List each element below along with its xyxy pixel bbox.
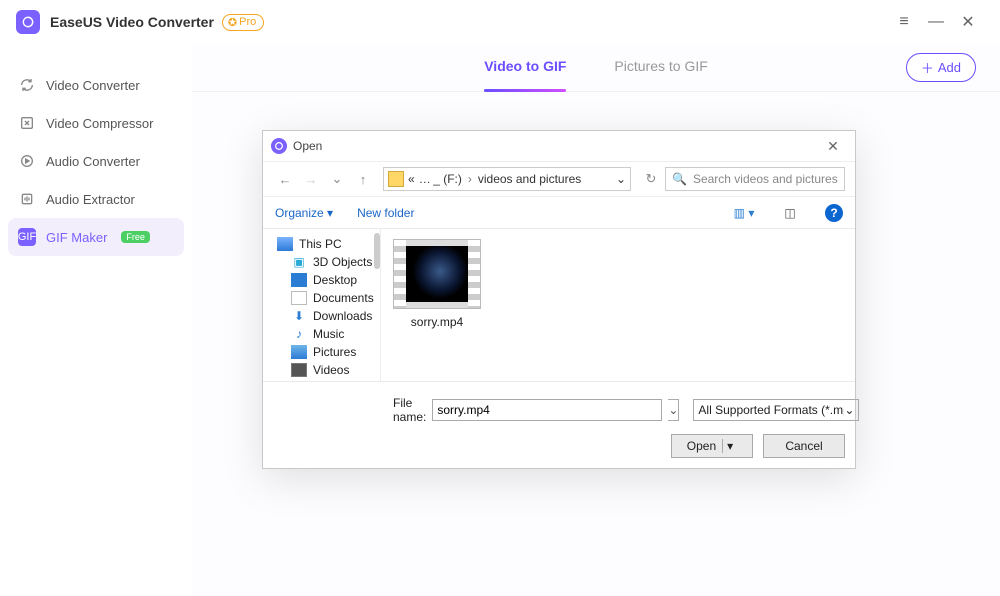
address-bar[interactable]: « … _ (F:) › videos and pictures ⌄ xyxy=(383,167,631,191)
dialog-app-icon xyxy=(271,138,287,154)
title-bar: EaseUS Video Converter ✪ Pro ≡ — ✕ xyxy=(0,0,1000,44)
menu-icon[interactable]: ≡ xyxy=(888,6,920,38)
audio-extract-icon xyxy=(18,190,36,208)
search-icon: 🔍 xyxy=(672,172,687,186)
sidebar: Video Converter Video Compressor Audio C… xyxy=(0,44,192,596)
folder-icon xyxy=(388,171,404,187)
videos-icon xyxy=(291,363,307,377)
audio-convert-icon xyxy=(18,152,36,170)
pro-badge: ✪ Pro xyxy=(222,14,264,31)
sidebar-item-audio-converter[interactable]: Audio Converter xyxy=(8,142,184,180)
chevron-down-icon: ⌄ xyxy=(844,403,854,417)
tree-node-pictures[interactable]: Pictures xyxy=(263,343,380,361)
tree-node-documents[interactable]: Documents xyxy=(263,289,380,307)
open-file-dialog: Open ✕ ← → ⌄ ↑ « … _ (F:) › videos and p… xyxy=(262,130,856,469)
tab-pictures-to-gif[interactable]: Pictures to GIF xyxy=(614,58,707,78)
open-split-dropdown[interactable]: ▾ xyxy=(722,439,737,453)
tab-video-to-gif[interactable]: Video to GIF xyxy=(484,58,566,78)
star-icon: ✪ xyxy=(228,16,237,29)
recent-dropdown[interactable]: ⌄ xyxy=(325,167,349,191)
tree-node-desktop[interactable]: Desktop xyxy=(263,271,380,289)
sidebar-item-label: Video Compressor xyxy=(46,116,153,131)
app-logo xyxy=(16,10,40,34)
view-mode-picker[interactable]: ▥ ▾ xyxy=(733,204,755,222)
tree-node-music[interactable]: ♪Music xyxy=(263,325,380,343)
filename-input[interactable] xyxy=(432,399,662,421)
compress-icon xyxy=(18,114,36,132)
dialog-title: Open xyxy=(293,139,322,153)
gif-icon: GIF xyxy=(18,228,36,246)
breadcrumb-masked: … xyxy=(419,172,430,186)
breadcrumb-folder: videos and pictures xyxy=(478,172,581,186)
sidebar-item-label: Audio Converter xyxy=(46,154,140,169)
sidebar-item-video-converter[interactable]: Video Converter xyxy=(8,66,184,104)
breadcrumb-drive: _ (F:) xyxy=(433,172,462,186)
tree-scrollbar[interactable] xyxy=(374,233,380,269)
dialog-toolbar: Organize ▾ New folder ▥ ▾ ◫ ? xyxy=(263,197,855,229)
cube-icon: ▣ xyxy=(291,255,307,269)
filename-history-dropdown[interactable]: ⌄ xyxy=(668,399,679,421)
minimize-button[interactable]: — xyxy=(920,6,952,38)
pictures-icon xyxy=(291,345,307,359)
sidebar-item-audio-extractor[interactable]: Audio Extractor xyxy=(8,180,184,218)
tree-node-this-pc[interactable]: This PC xyxy=(263,235,380,253)
refresh-button[interactable]: ↻ xyxy=(639,167,663,191)
search-input[interactable]: 🔍 Search videos and pictures xyxy=(665,167,845,191)
chevron-down-icon[interactable]: ⌄ xyxy=(616,172,626,186)
sidebar-item-gif-maker[interactable]: GIF GIF Maker Free xyxy=(8,218,184,256)
pc-icon xyxy=(277,237,293,251)
folder-tree: This PC ▣3D Objects Desktop Documents ⬇D… xyxy=(263,229,381,381)
tree-node-3d-objects[interactable]: ▣3D Objects xyxy=(263,253,380,271)
file-item[interactable]: sorry.mp4 xyxy=(391,239,483,329)
dialog-nav-row: ← → ⌄ ↑ « … _ (F:) › videos and pictures… xyxy=(263,161,855,197)
chevron-down-icon: ▾ xyxy=(327,206,333,220)
filename-label: File name: xyxy=(393,396,426,424)
back-button[interactable]: ← xyxy=(273,167,297,191)
sidebar-item-label: GIF Maker xyxy=(46,230,107,245)
file-type-filter[interactable]: All Supported Formats (*.mp4 * ⌄ xyxy=(693,399,859,421)
music-icon: ♪ xyxy=(291,327,307,341)
help-icon[interactable]: ? xyxy=(825,204,843,222)
new-folder-button[interactable]: New folder xyxy=(357,206,414,220)
close-button[interactable]: ✕ xyxy=(952,6,984,38)
cancel-button[interactable]: Cancel xyxy=(763,434,845,458)
app-title: EaseUS Video Converter xyxy=(50,14,214,30)
dialog-footer: File name: ⌄ All Supported Formats (*.mp… xyxy=(263,381,855,468)
free-badge: Free xyxy=(121,231,150,243)
document-icon xyxy=(291,291,307,305)
video-thumbnail xyxy=(393,239,481,309)
dialog-close-button[interactable]: ✕ xyxy=(819,132,847,160)
preview-pane-toggle[interactable]: ◫ xyxy=(779,204,801,222)
tree-node-videos[interactable]: Videos xyxy=(263,361,380,379)
forward-button[interactable]: → xyxy=(299,167,323,191)
refresh-icon xyxy=(18,76,36,94)
tree-node-downloads[interactable]: ⬇Downloads xyxy=(263,307,380,325)
file-list: sorry.mp4 xyxy=(381,229,855,381)
sidebar-item-label: Audio Extractor xyxy=(46,192,135,207)
open-button[interactable]: Open▾ xyxy=(671,434,753,458)
file-name-label: sorry.mp4 xyxy=(391,315,483,329)
desktop-icon xyxy=(291,273,307,287)
tab-row: Video to GIF Pictures to GIF ＋ Add xyxy=(192,44,1000,92)
sidebar-item-label: Video Converter xyxy=(46,78,140,93)
dialog-title-bar: Open ✕ xyxy=(263,131,855,161)
organize-menu[interactable]: Organize ▾ xyxy=(275,206,333,220)
chevron-right-icon: › xyxy=(466,172,474,186)
sidebar-item-video-compressor[interactable]: Video Compressor xyxy=(8,104,184,142)
up-button[interactable]: ↑ xyxy=(351,167,375,191)
download-icon: ⬇ xyxy=(291,309,307,323)
